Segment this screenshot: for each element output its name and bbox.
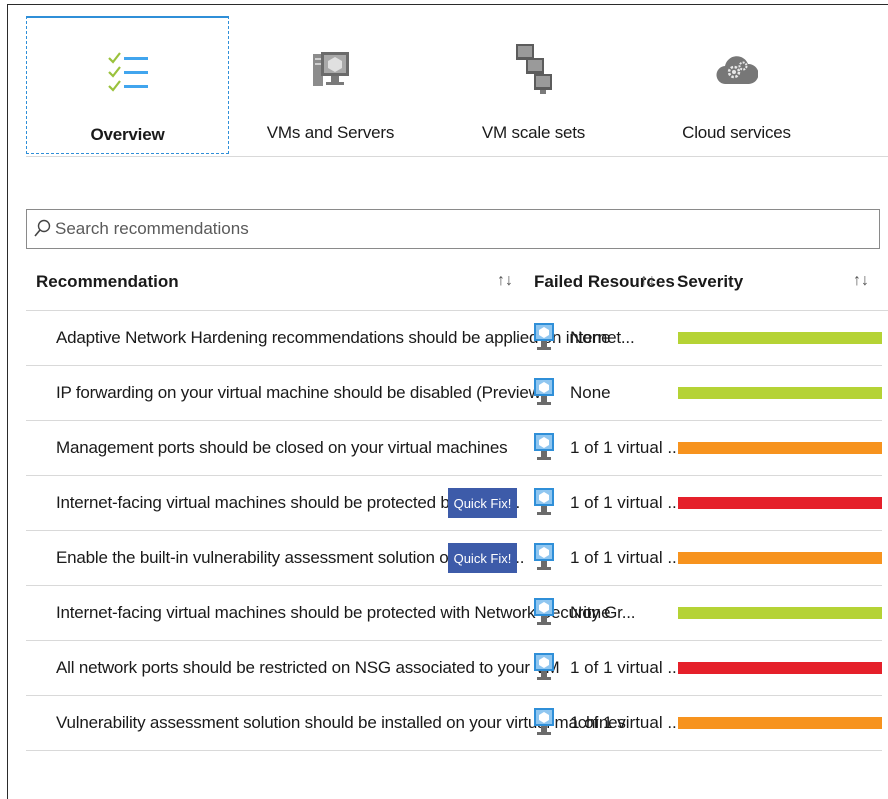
failed-resources-text: None	[570, 328, 611, 347]
table-header: Recommendation ↑↓ Failed Resources ↑↓ Se…	[26, 258, 888, 311]
failed-resources-text: None	[570, 383, 611, 402]
server-icon	[229, 40, 432, 100]
table-row[interactable]: Adaptive Network Hardening recommendatio…	[26, 311, 882, 366]
sort-icon[interactable]: ↑↓	[640, 272, 656, 290]
tab-vm-scale-sets[interactable]: VM scale sets	[432, 16, 635, 154]
failed-resources-text: 1 of 1 virtual ...	[570, 438, 682, 457]
table-row[interactable]: Management ports should be closed on you…	[26, 421, 882, 476]
tab-vms-and-servers[interactable]: VMs and Servers	[229, 16, 432, 154]
severity-bar	[678, 387, 882, 399]
failed-resources-text: 1 of 1 virtual ...	[570, 658, 682, 677]
tab-bar: Overview VMs and Servers VM scale sets C…	[26, 16, 888, 157]
severity-bar	[678, 662, 882, 674]
tab-label: Cloud services	[682, 123, 791, 142]
sort-icon[interactable]: ↑↓	[853, 272, 869, 290]
virtual-machine-icon	[533, 487, 555, 524]
virtual-machine-icon	[533, 542, 555, 579]
failed-resources-text: None	[570, 603, 611, 622]
severity-bar	[678, 497, 882, 509]
severity-bar	[678, 442, 882, 454]
virtual-machine-icon	[533, 707, 555, 744]
recommendation-text: All network ports should be restricted o…	[56, 658, 560, 677]
quick-fix-button[interactable]: Quick Fix!	[448, 543, 517, 573]
table-row[interactable]: Internet-facing virtual machines should …	[26, 586, 882, 641]
search-box	[26, 209, 880, 249]
scale-set-icon	[432, 40, 635, 100]
quick-fix-button[interactable]: Quick Fix!	[448, 488, 517, 518]
table-row[interactable]: Enable the built-in vulnerability assess…	[26, 531, 882, 586]
search-input[interactable]	[55, 212, 879, 246]
severity-bar	[678, 717, 882, 729]
tab-label: VMs and Servers	[266, 123, 395, 142]
checklist-icon	[27, 42, 228, 102]
virtual-machine-icon	[533, 652, 555, 689]
tab-cloud-services[interactable]: Cloud services	[635, 16, 838, 154]
failed-resources-text: 1 of 1 virtual ...	[570, 713, 682, 732]
table-row[interactable]: IP forwarding on your virtual machine sh…	[26, 366, 882, 421]
virtual-machine-icon	[533, 322, 555, 359]
column-header-recommendation[interactable]: Recommendation	[36, 272, 179, 292]
cloud-gear-icon	[635, 40, 838, 100]
tab-label: VM scale sets	[481, 123, 586, 142]
failed-resources-text: 1 of 1 virtual ...	[570, 493, 682, 512]
sort-icon[interactable]: ↑↓	[497, 272, 513, 290]
column-header-severity[interactable]: Severity	[677, 272, 743, 292]
table-row[interactable]: Internet-facing virtual machines should …	[26, 476, 882, 531]
severity-bar	[678, 332, 882, 344]
recommendation-text: IP forwarding on your virtual machine sh…	[56, 383, 547, 402]
virtual-machine-icon	[533, 432, 555, 469]
severity-bar	[678, 607, 882, 619]
severity-bar	[678, 552, 882, 564]
tab-label: Overview	[90, 125, 165, 144]
table-row[interactable]: All network ports should be restricted o…	[26, 641, 882, 696]
failed-resources-text: 1 of 1 virtual ...	[570, 548, 682, 567]
table-row[interactable]: Vulnerability assessment solution should…	[26, 696, 882, 751]
virtual-machine-icon	[533, 597, 555, 634]
tab-overview[interactable]: Overview	[26, 16, 229, 154]
recommendation-text: Management ports should be closed on you…	[56, 438, 508, 457]
virtual-machine-icon	[533, 377, 555, 414]
search-icon	[29, 219, 55, 239]
